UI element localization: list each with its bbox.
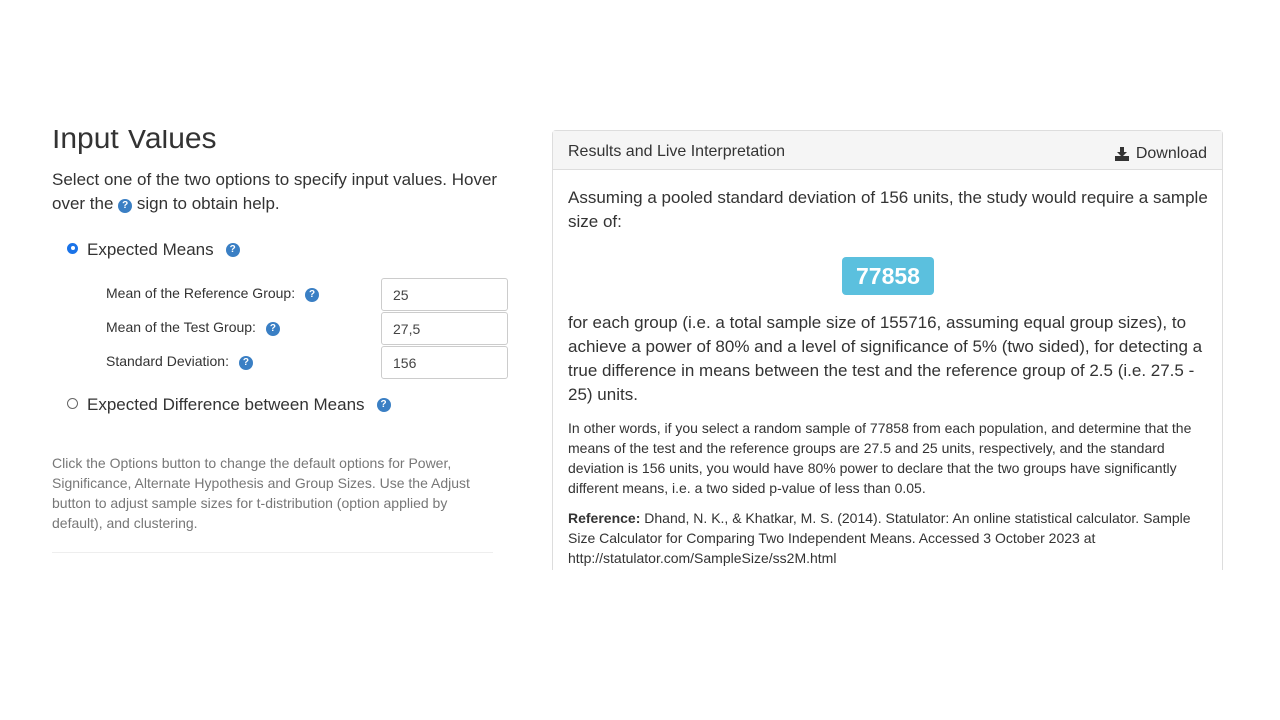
reference-text: Dhand, N. K., & Khatkar, M. S. (2014). S…	[568, 510, 1191, 566]
field-row-test-mean: Mean of the Test Group:?	[106, 312, 508, 345]
results-reference: Reference: Dhand, N. K., & Khatkar, M. S…	[568, 508, 1208, 568]
page-viewport: Input Values Select one of the two optio…	[0, 130, 1280, 570]
standard-deviation-label: Standard Deviation:?	[106, 353, 253, 370]
intro-text: Select one of the two options to specify…	[52, 168, 502, 216]
standard-deviation-input[interactable]	[381, 346, 508, 379]
reference-mean-label: Mean of the Reference Group:?	[106, 285, 320, 302]
expected-means-label[interactable]: Expected Means	[87, 240, 214, 260]
intro-text-part2: sign to obtain help.	[136, 194, 280, 213]
download-label[interactable]: Download	[1136, 145, 1207, 163]
reference-label: Reference:	[568, 510, 641, 526]
question-circle-icon: ?	[118, 199, 133, 213]
question-circle-icon[interactable]: ?	[238, 356, 253, 370]
sample-size-badge: 77858	[842, 257, 934, 295]
expected-difference-label[interactable]: Expected Difference between Means	[87, 395, 365, 415]
test-mean-label: Mean of the Test Group:?	[106, 319, 280, 336]
results-panel: Results and Live Interpretation Download…	[552, 130, 1223, 570]
section-heading: Input Values	[52, 130, 217, 155]
question-circle-icon[interactable]: ?	[376, 398, 391, 412]
input-values-section: Input Values Select one of the two optio…	[52, 130, 508, 570]
expected-difference-radio[interactable]	[67, 397, 78, 409]
reference-mean-label-text: Mean of the Reference Group:	[106, 285, 296, 301]
results-panel-header: Results and Live Interpretation Download	[553, 131, 1222, 170]
standard-deviation-label-text: Standard Deviation:	[106, 353, 229, 369]
test-mean-label-text: Mean of the Test Group:	[106, 319, 256, 335]
results-detail: for each group (i.e. a total sample size…	[568, 313, 1203, 404]
question-circle-icon[interactable]: ?	[305, 288, 320, 302]
option-expected-difference[interactable]: Expected Difference between Means ?	[67, 395, 391, 415]
options-help-text: Click the Options button to change the d…	[52, 455, 470, 531]
results-panel-title: Results and Live Interpretation	[568, 143, 786, 160]
question-circle-icon[interactable]: ?	[225, 243, 240, 257]
sample-size-badge-wrap: 77858	[568, 257, 1208, 297]
results-other-words: In other words, if you select a random s…	[568, 420, 1192, 496]
download-icon[interactable]	[1114, 147, 1129, 161]
field-row-reference-mean: Mean of the Reference Group:?	[106, 278, 508, 311]
section-divider	[52, 552, 493, 553]
test-mean-input[interactable]	[381, 312, 508, 345]
download-button[interactable]: Download	[1114, 145, 1207, 163]
expected-means-radio[interactable]	[67, 242, 78, 254]
results-body: Assuming a pooled standard deviation of …	[568, 186, 1208, 568]
results-lead: Assuming a pooled standard deviation of …	[568, 188, 1208, 231]
field-row-standard-deviation: Standard Deviation:?	[106, 346, 508, 379]
option-expected-means[interactable]: Expected Means ?	[67, 240, 240, 260]
reference-mean-input[interactable]	[381, 278, 508, 311]
question-circle-icon[interactable]: ?	[265, 322, 280, 336]
